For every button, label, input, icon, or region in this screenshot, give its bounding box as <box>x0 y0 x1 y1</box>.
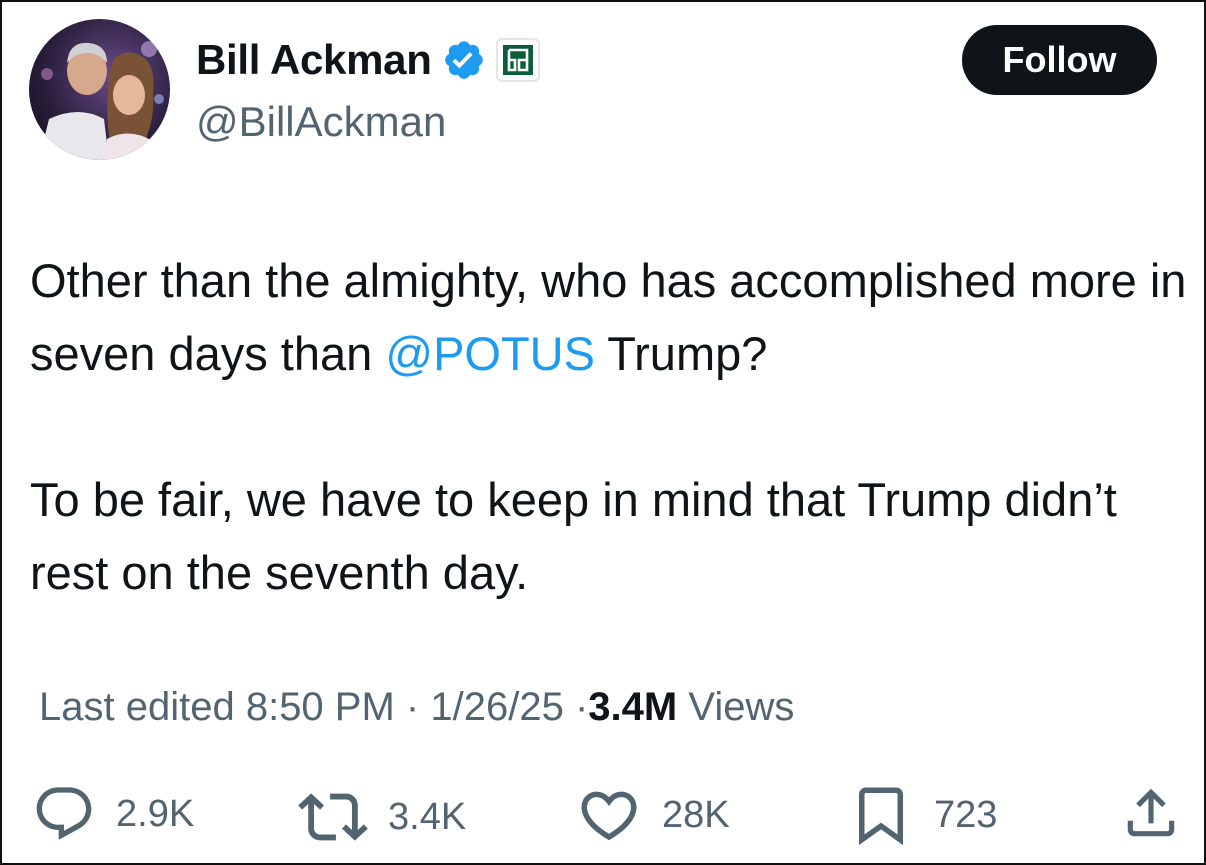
avatar-photo <box>29 19 170 160</box>
timestamp-time[interactable]: 8:50 PM <box>246 685 395 729</box>
author-name-row: Bill Ackman <box>196 36 540 84</box>
action-bar: 2.9K 3.4K 28K 723 <box>2 772 1206 852</box>
timestamp-date[interactable]: 1/26/25 <box>430 685 563 729</box>
author-handle[interactable]: @BillAckman <box>196 98 446 146</box>
bookmark-icon <box>848 782 914 848</box>
repost-count: 3.4K <box>388 795 467 838</box>
verified-badge-icon[interactable] <box>442 38 486 82</box>
tweet-text-segment: Trump? <box>594 327 768 380</box>
reply-button[interactable]: 2.9K <box>32 782 194 846</box>
tweet-card: Bill Ackman @BillAckman Follow Other tha… <box>0 0 1206 865</box>
share-button[interactable] <box>1120 782 1182 844</box>
repost-button[interactable]: 3.4K <box>298 782 466 852</box>
tweet-paragraph-2: To be fair, we have to keep in mind that… <box>30 473 1117 599</box>
reply-count: 2.9K <box>116 792 195 835</box>
author-name[interactable]: Bill Ackman <box>196 36 432 84</box>
affiliate-logo-icon[interactable] <box>495 38 540 82</box>
tweet-meta: Last edited 8:50 PM · 1/26/25 ·3.4M View… <box>39 685 794 730</box>
like-button[interactable]: 28K <box>576 782 730 848</box>
repost-icon <box>298 782 368 852</box>
follow-button[interactable]: Follow <box>962 25 1157 95</box>
reply-icon <box>32 782 96 846</box>
share-icon <box>1120 782 1182 844</box>
tweet-text: Other than the almighty, who has accompl… <box>30 244 1190 609</box>
avatar[interactable] <box>29 19 170 160</box>
meta-separator: · <box>574 685 589 729</box>
tweet-paragraph-1: Other than the almighty, who has accompl… <box>30 244 1190 390</box>
views-count[interactable]: 3.4M <box>588 685 677 729</box>
like-count: 28K <box>662 793 730 836</box>
views-label: Views <box>688 685 795 729</box>
meta-separator: · <box>405 685 420 729</box>
heart-icon <box>576 782 642 848</box>
bookmark-button[interactable]: 723 <box>848 782 997 848</box>
mention-link[interactable]: @POTUS <box>385 327 595 380</box>
edited-label[interactable]: Last edited <box>39 685 235 729</box>
bookmark-count: 723 <box>934 793 998 836</box>
